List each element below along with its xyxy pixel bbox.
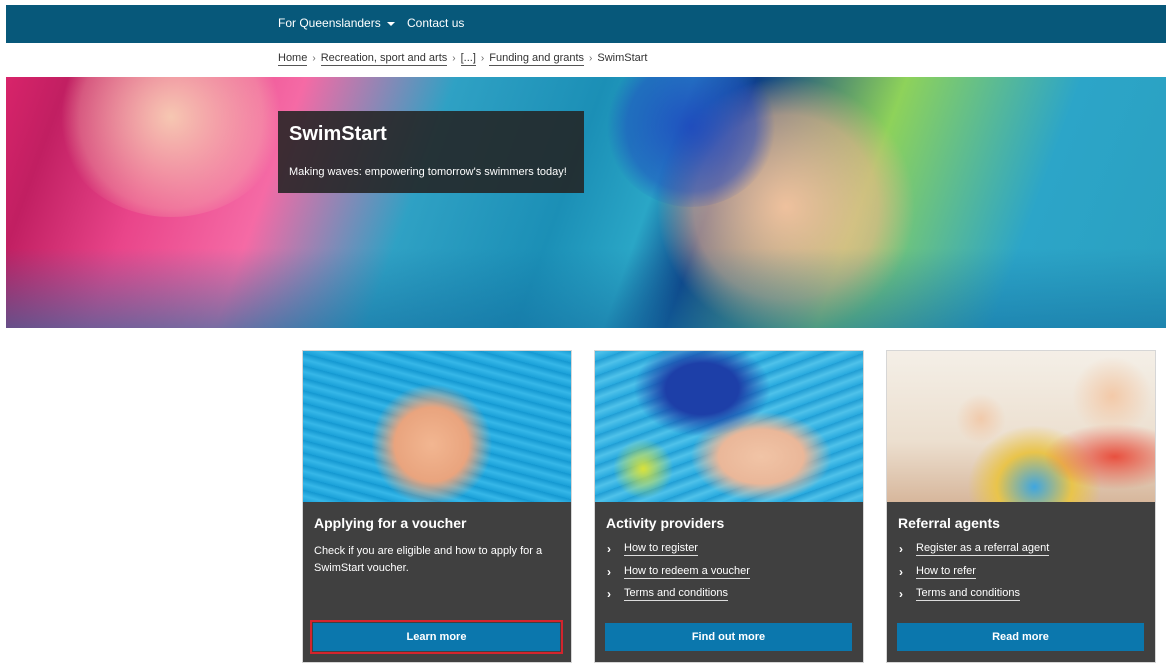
breadcrumb-recreation[interactable]: Recreation, sport and arts [320,52,448,66]
breadcrumb-home[interactable]: Home [278,52,308,66]
nav-for-queenslanders[interactable]: For Queenslanders [278,16,395,30]
card-image-children-playing [887,351,1155,502]
nav-contact-us[interactable]: Contact us [407,16,464,30]
breadcrumb: Home › Recreation, sport and arts › [...] › Fu… [278,52,648,66]
nav-for-queenslanders-label: For Queenslanders [278,16,381,30]
card-link-list: › Register as a referral agent › How to re… [898,542,1050,610]
card-referral-agents: Referral agents › Register as a referral … [886,350,1156,663]
card-title: Activity providers [606,515,725,531]
chevron-right-icon: › [899,587,903,601]
chevron-right-icon: › [452,53,456,64]
card-title: Applying for a voucher [314,515,467,531]
caret-down-icon [386,21,395,26]
chevron-right-icon: › [480,53,485,64]
card-activity-providers: Activity providers › How to register › How… [594,350,864,663]
card-image-baby-swim-lesson [595,351,863,502]
chevron-right-icon: › [607,564,611,579]
link-label: How to register [624,542,698,556]
find-out-more-button[interactable]: Find out more [605,623,852,651]
hero-photo-detail [56,77,286,217]
hero-subtitle: Making waves: empowering tomorrow's swim… [289,166,567,178]
link-label: How to refer [916,564,976,579]
card-title: Referral agents [898,515,1000,531]
breadcrumb-funding[interactable]: Funding and grants [489,52,585,66]
card-link-list: › How to register › How to redeem a vouche… [606,542,750,610]
link-label: Terms and conditions [624,587,728,601]
chevron-right-icon: › [607,542,611,556]
link-how-to-redeem-voucher[interactable]: › How to redeem a voucher [606,564,750,588]
top-navigation-bar: For Queenslanders Contact us [6,5,1166,43]
hero-banner-image [6,77,1166,328]
link-terms-and-conditions[interactable]: › Terms and conditions [898,587,1049,610]
page-title: SwimStart [289,123,387,145]
link-label: How to redeem a voucher [624,564,750,579]
link-how-to-refer[interactable]: › How to refer [898,564,1049,588]
learn-more-button[interactable]: Learn more [310,620,563,654]
card-applying-for-voucher: Applying for a voucher Check if you are … [302,350,572,663]
link-label: Register as a referral agent [916,542,1050,556]
chevron-right-icon: › [899,564,903,579]
chevron-right-icon: › [607,587,611,601]
hero-photo-detail [6,248,1166,328]
link-how-to-register[interactable]: › How to register [606,542,750,565]
link-label: Terms and conditions [916,587,1020,601]
hero-text-panel: SwimStart Making waves: empowering tomor… [278,111,584,193]
breadcrumb-ellipsis[interactable]: [...] [460,52,476,66]
chevron-right-icon: › [312,53,316,64]
read-more-button[interactable]: Read more [897,623,1144,651]
breadcrumb-current: SwimStart [597,52,648,64]
chevron-right-icon: › [899,542,903,556]
card-description: Check if you are eligible and how to app… [314,545,543,574]
chevron-right-icon: › [589,53,593,64]
link-terms-and-conditions[interactable]: › Terms and conditions [606,587,750,610]
card-image-child-swimming [303,351,571,502]
link-register-as-referral-agent[interactable]: › Register as a referral agent [898,542,1050,565]
